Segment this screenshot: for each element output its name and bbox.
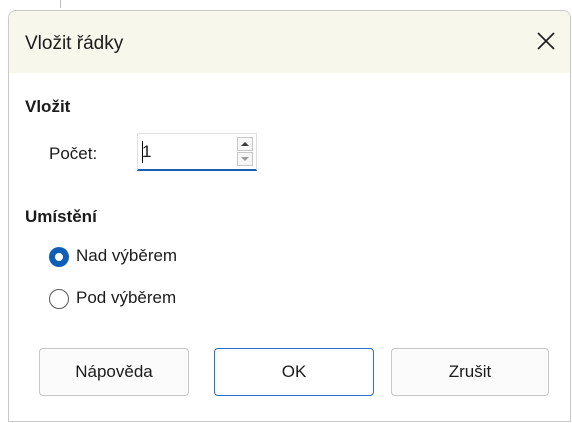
radio-label: Nad výběrem <box>76 246 178 265</box>
insert-section-heading: Vložit <box>25 97 71 116</box>
close-icon <box>537 32 555 50</box>
dialog-title: Vložit řádky <box>25 33 124 54</box>
radio-unchecked-icon <box>49 289 69 309</box>
cancel-button[interactable]: Zrušit <box>391 348 549 396</box>
increment-button[interactable] <box>237 137 253 151</box>
position-section-heading: Umístění <box>25 207 97 226</box>
title-bar: Vložit řádky <box>9 11 570 73</box>
close-button[interactable] <box>528 25 564 57</box>
chevron-up-icon <box>241 142 249 146</box>
ok-button[interactable]: OK <box>214 348 374 396</box>
radio-checked-icon <box>49 247 69 267</box>
insert-rows-dialog: Vložit řádky Vložit Počet: 1 Umístění Na… <box>8 10 571 422</box>
help-button[interactable]: Nápověda <box>39 348 189 396</box>
background-divider <box>60 0 61 8</box>
count-value: 1 <box>142 142 152 161</box>
radio-label: Pod výběrem <box>76 288 177 307</box>
count-stepper[interactable]: 1 <box>137 133 257 171</box>
decrement-button[interactable] <box>237 152 253 166</box>
count-label: Počet: <box>49 144 98 163</box>
chevron-down-icon <box>241 157 249 161</box>
text-caret <box>142 141 143 163</box>
